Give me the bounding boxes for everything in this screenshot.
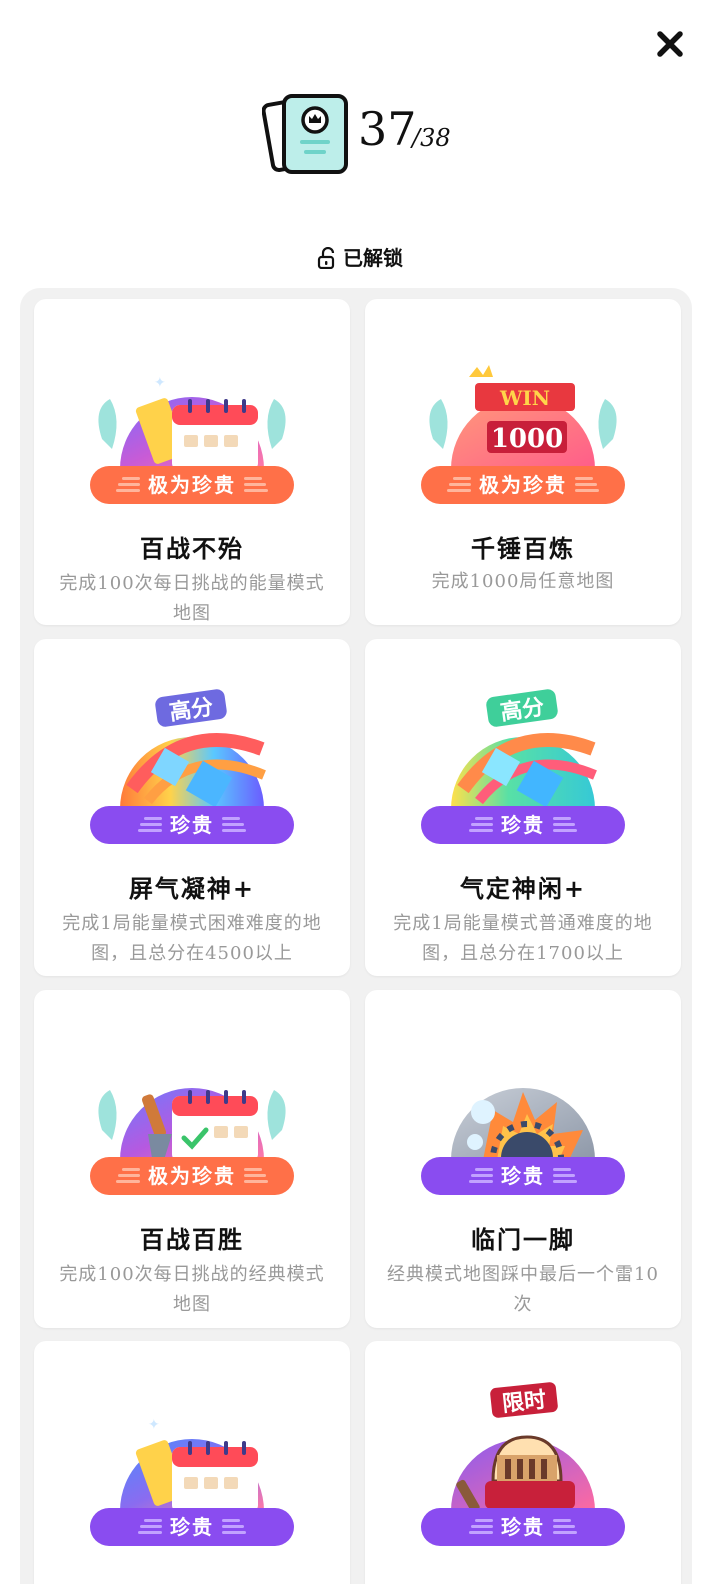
decor-lines-icon xyxy=(138,1519,162,1534)
total-count: /38 xyxy=(412,124,451,152)
achievement-desc: 完成1局能量模式困难难度的地图，且总分在4500以上 xyxy=(62,913,322,964)
decor-lines-icon xyxy=(244,1168,268,1183)
rarity-badge: 珍贵 xyxy=(90,1508,294,1546)
decor-lines-icon xyxy=(575,477,599,492)
achievement-title: 屏气凝神+ xyxy=(128,874,256,903)
achievement-card[interactable]: WIN 1000 极为珍贵 千锤百炼 完成1000局任意地图 xyxy=(365,299,681,625)
decor-lines-icon xyxy=(469,1519,493,1534)
svg-text:100: 100 xyxy=(169,1053,223,1083)
svg-text:限时: 限时 xyxy=(501,1387,547,1417)
svg-text:10: 10 xyxy=(509,1053,545,1083)
rarity-badge: 珍贵 xyxy=(90,806,294,844)
rarity-badge: 珍贵 xyxy=(421,806,625,844)
unlocked-section-label: 已解锁 xyxy=(0,242,720,271)
svg-text:✦: ✦ xyxy=(148,1417,160,1433)
rarity-badge: 珍贵 xyxy=(421,1508,625,1546)
svg-text:高分: 高分 xyxy=(499,694,546,726)
svg-text:✦: ✦ xyxy=(154,375,166,391)
rarity-badge: 珍贵 xyxy=(421,1157,625,1195)
achievement-card[interactable]: 高分 珍贵 屏气凝神+ 完成1局能量模式困难难度的地图，且总分在4500以上 xyxy=(34,639,350,976)
rarity-badge: 极为珍贵 xyxy=(421,466,625,504)
achievement-desc: 完成1000局任意地图 xyxy=(431,571,615,592)
unlocked-count: 37 xyxy=(358,102,417,156)
decor-lines-icon xyxy=(553,1519,577,1534)
unlock-icon xyxy=(317,247,335,269)
achievement-card[interactable]: 100 ✦ 极为珍贵 百战不殆 完成100次每日挑战的能量模式地图 xyxy=(34,299,350,625)
achievement-desc: 经典模式地图踩中最后一个雷10次 xyxy=(387,1264,659,1315)
decor-lines-icon xyxy=(447,477,471,492)
achievement-card[interactable]: 10 珍贵 临门一脚 经典模式地图踩中最后一个雷10次 xyxy=(365,990,681,1328)
svg-text:1000: 1000 xyxy=(491,424,563,454)
achievement-counter: 37 /38 xyxy=(262,92,482,182)
svg-text:WIN: WIN xyxy=(499,386,550,410)
rarity-badge: 极为珍贵 xyxy=(90,1157,294,1195)
achievement-book-icon xyxy=(262,94,348,174)
achievement-title: 临门一脚 xyxy=(471,1225,575,1254)
decor-lines-icon xyxy=(553,817,577,832)
achievement-card[interactable]: 限时 珍贵 xyxy=(365,1341,681,1584)
achievement-card[interactable]: 10 ✦ 珍贵 xyxy=(34,1341,350,1584)
svg-text:高分: 高分 xyxy=(168,694,215,726)
decor-lines-icon xyxy=(116,1168,140,1183)
decor-lines-icon xyxy=(469,817,493,832)
decor-lines-icon xyxy=(469,1168,493,1183)
achievement-desc: 完成100次每日挑战的经典模式地图 xyxy=(59,1264,325,1315)
decor-lines-icon xyxy=(222,1519,246,1534)
svg-text:100: 100 xyxy=(169,362,223,392)
rarity-badge: 极为珍贵 xyxy=(90,466,294,504)
achievement-desc: 完成1局能量模式普通难度的地图，且总分在1700以上 xyxy=(393,913,653,964)
achievement-card[interactable]: 高分 珍贵 气定神闲+ 完成1局能量模式普通难度的地图，且总分在1700以上 xyxy=(365,639,681,976)
decor-lines-icon xyxy=(138,817,162,832)
close-button[interactable] xyxy=(652,26,688,62)
decor-lines-icon xyxy=(244,477,268,492)
achievement-desc: 完成100次每日挑战的能量模式地图 xyxy=(59,573,325,624)
achievement-title: 气定神闲+ xyxy=(459,874,587,903)
achievement-title: 百战不殆 xyxy=(140,534,244,563)
achievement-card[interactable]: 100 极为珍贵 百战百胜 完成100次每日挑战的经典模式地图 xyxy=(34,990,350,1328)
decor-lines-icon xyxy=(116,477,140,492)
decor-lines-icon xyxy=(553,1168,577,1183)
svg-text:10: 10 xyxy=(170,1404,206,1434)
achievement-title: 千锤百炼 xyxy=(471,534,575,563)
decor-lines-icon xyxy=(222,817,246,832)
achievement-title: 百战百胜 xyxy=(140,1225,244,1254)
close-icon xyxy=(657,31,683,57)
